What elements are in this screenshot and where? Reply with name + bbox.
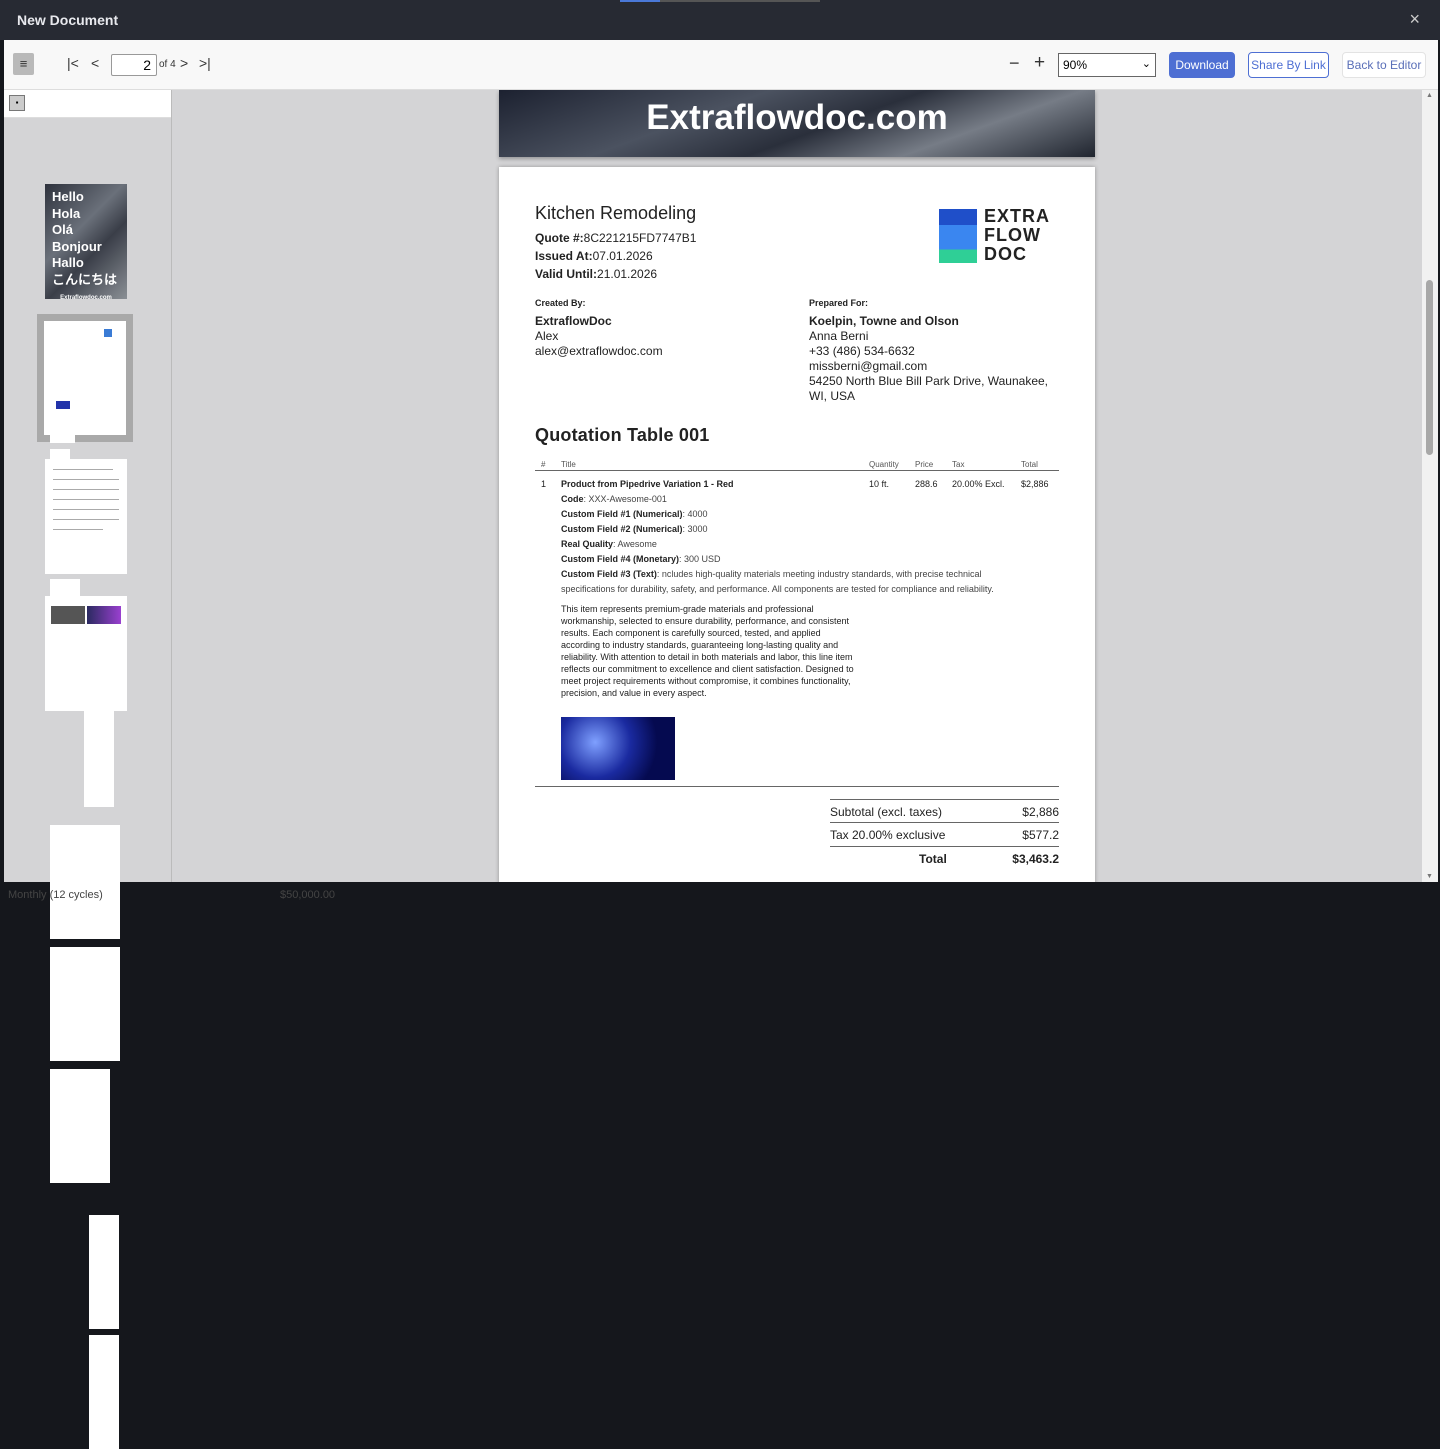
share-by-link-button[interactable]: Share By Link [1248,52,1329,78]
thumbnail-page-4[interactable] [45,596,127,711]
created-by: ExtraflowDocAlexalex@extraflowdoc.com [535,314,663,359]
prepared-for: Koelpin, Towne and OlsonAnna Berni+33 (4… [809,314,1048,404]
logo-text: EXTRAFLOWDOC [984,207,1050,264]
thumbnail-page-1[interactable]: Hello Hola Olá Bonjour Hallo こんにちは Extra… [45,184,127,299]
cover-footer: Extraflowdoc.com [52,290,120,307]
table-row: 1 Product from Pipedrive Variation 1 - R… [535,477,1059,597]
valid-until: Valid Until:21.01.2026 [535,265,657,283]
page-2: Kitchen Remodeling Quote #:8C221215FD774… [499,167,1095,882]
next-page-icon[interactable]: > [180,55,188,71]
zoom-in-icon[interactable]: + [1034,52,1045,74]
tab-indicator [620,0,820,2]
cover-text: Hello [52,189,120,206]
last-page-icon[interactable]: >| [199,55,211,71]
item-fields: Code: XXX-Awesome-001 Custom Field #1 (N… [535,477,1059,597]
product-image [561,717,675,780]
thumbnail-sidebar: ▪ Hello Hola Olá Bonjour Hallo こんにちは Ext… [4,90,172,882]
cover-text: Bonjour [52,239,120,256]
chevron-down-icon: ⌄ [1142,57,1151,70]
page-number-input[interactable] [111,54,157,76]
toolbar: ≡ |< < of 4 > >| − + 90% ⌄ Download Share… [4,40,1438,90]
page-1-banner: Extraflowdoc.com [499,90,1095,157]
sidebar-toggle-icon[interactable]: ≡ [13,53,34,75]
thumbnail-page-3[interactable] [45,459,127,574]
pdf-viewer: ≡ |< < of 4 > >| − + 90% ⌄ Download Share… [4,40,1438,882]
logo-mark [939,209,977,263]
quotation-table: # Title Quantity Price Tax Total 1 Produ… [535,460,1059,597]
download-button[interactable]: Download [1169,52,1235,78]
background-text: Monthly (12 cycles) [8,889,103,901]
scrollbar-thumb[interactable] [1426,280,1433,455]
first-page-icon[interactable]: |< [67,55,79,71]
close-icon[interactable]: × [1409,9,1420,30]
divider [535,786,1059,787]
prev-page-icon[interactable]: < [91,55,99,71]
tax-row: Tax 20.00% exclusive$577.2 [830,823,1059,847]
thumbnail-view-icon[interactable]: ▪ [9,95,25,111]
vertical-scrollbar[interactable]: ▲ ▼ [1422,90,1438,882]
zoom-select[interactable]: 90% ⌄ [1058,53,1156,77]
title-bar: New Document × [0,0,1440,40]
total-row: Total$3,463.2 [830,847,1059,871]
zoom-out-icon[interactable]: − [1009,53,1020,74]
cover-text: Hallo [52,255,120,272]
cover-text: こんにちは [52,272,120,289]
quote-number: Quote #:8C221215FD7747B1 [535,229,696,247]
table-header: # Title Quantity Price Tax Total [535,460,1059,471]
background-app: Monthly (12 cycles) $50,000.00 [0,882,1440,900]
table-title: Quotation Table 001 [535,425,710,446]
back-to-editor-button[interactable]: Back to Editor [1342,52,1426,78]
cover-text: Olá [52,222,120,239]
thumbnail-page-2-selected[interactable] [37,314,133,442]
scroll-up-icon[interactable]: ▲ [1426,92,1433,99]
item-description: This item represents premium-grade mater… [561,603,856,699]
issued-date: Issued At:07.01.2026 [535,247,653,265]
zoom-value: 90% [1063,58,1087,72]
subtotal-row: Subtotal (excl. taxes)$2,886 [830,799,1059,823]
scroll-down-icon[interactable]: ▼ [1426,873,1433,880]
window-title: New Document [17,12,118,28]
background-amount: $50,000.00 [280,889,335,901]
page-count: of 4 [159,59,176,70]
sidebar-header: ▪ [4,90,171,118]
document-viewport[interactable]: Extraflowdoc.com Kitchen Remodeling Quot… [172,90,1422,882]
created-by-label: Created By: [535,298,586,308]
cover-text: Hola [52,206,120,223]
doc-title: Kitchen Remodeling [535,203,696,224]
prepared-for-label: Prepared For: [809,298,868,308]
